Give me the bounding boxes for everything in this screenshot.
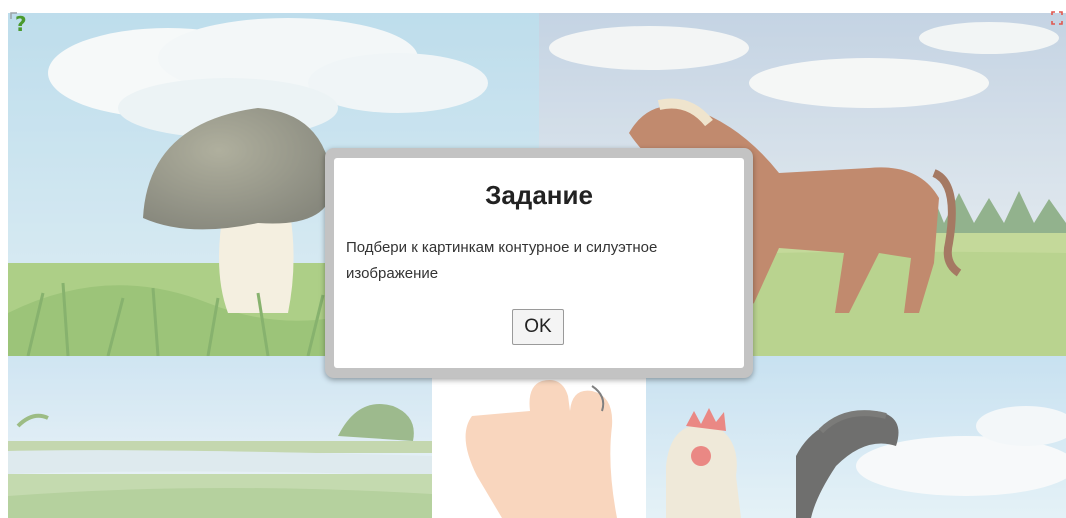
dialog-message: Подбери к картинкам контурное и силуэтно… xyxy=(346,239,658,282)
help-question-icon[interactable]: ? xyxy=(7,9,33,36)
task-dialog: Задание Подбери к картинкам контурное и … xyxy=(325,148,753,378)
task-dialog-body: Задание Подбери к картинкам контурное и … xyxy=(334,158,744,368)
dialog-title: Задание xyxy=(485,180,593,210)
rooster-picture[interactable] xyxy=(646,356,1066,518)
game-board: ? Задание Подбери к картинкам контурное … xyxy=(0,0,1066,518)
svg-text:?: ? xyxy=(15,12,27,35)
river-landscape-picture[interactable] xyxy=(8,356,432,518)
fullscreen-icon[interactable] xyxy=(1050,10,1064,26)
ok-button[interactable]: OK xyxy=(512,309,564,345)
hand-picture[interactable] xyxy=(432,356,646,518)
